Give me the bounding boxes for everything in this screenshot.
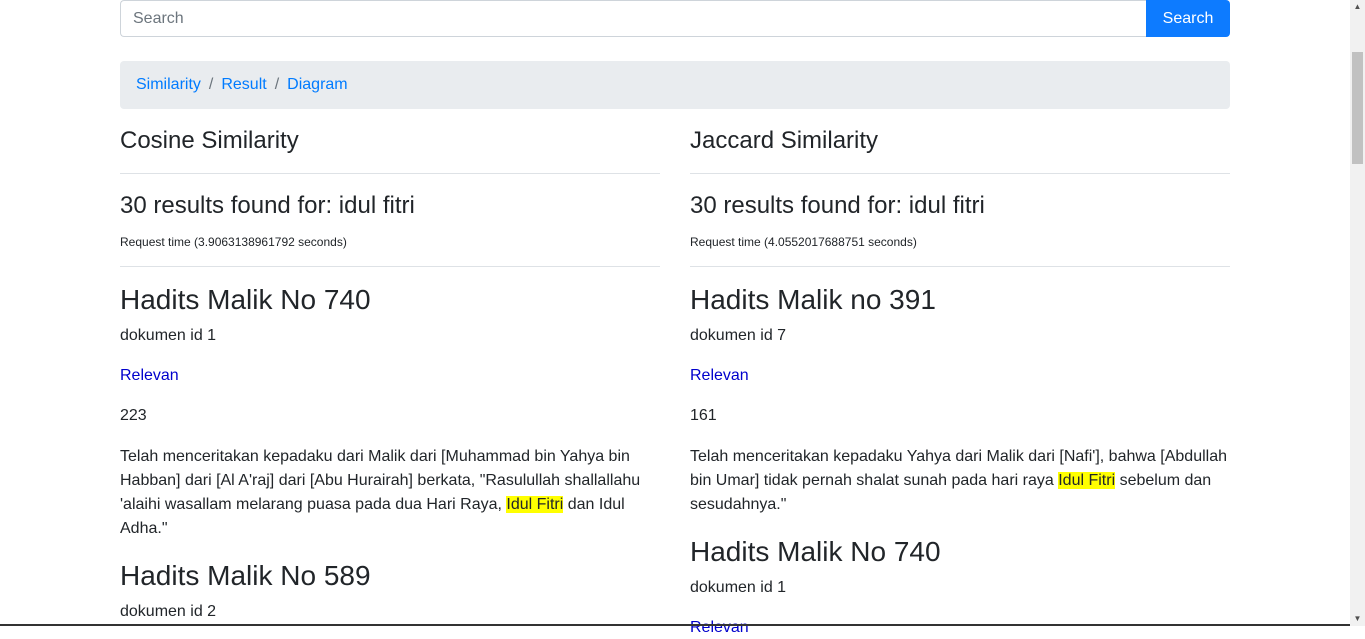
document-title: Hadits Malik No 589 xyxy=(120,560,371,591)
relevan-link[interactable]: Relevan xyxy=(690,365,749,387)
breadcrumb-separator: / xyxy=(208,76,214,93)
jaccard-column: Jaccard Similarity 30 results found for:… xyxy=(690,125,1230,639)
method-title: Cosine Similarity xyxy=(120,127,299,154)
document-text: Telah menceritakan kepadaku dari Malik d… xyxy=(120,445,660,541)
request-time: Request time (4.0552017688751 seconds) xyxy=(690,235,917,249)
cosine-column: Cosine Similarity 30 results found for: … xyxy=(120,125,660,639)
breadcrumb-separator: / xyxy=(274,76,280,93)
divider xyxy=(690,173,1230,174)
document-title: Hadits Malik No 740 xyxy=(120,284,371,315)
document-score: 223 xyxy=(120,407,147,424)
document-text: Telah menceritakan kepadaku Yahya dari M… xyxy=(690,445,1230,517)
breadcrumb-result[interactable]: Result xyxy=(221,76,266,94)
document-id: dokumen id 1 xyxy=(690,579,787,596)
query-highlight: Idul Fitri xyxy=(1058,472,1116,489)
document-id: dokumen id 7 xyxy=(690,327,787,344)
vertical-scrollbar[interactable]: ▲ ▼ xyxy=(1350,0,1365,626)
request-time: Request time (3.9063138961792 seconds) xyxy=(120,235,347,249)
document-title: Hadits Malik No 740 xyxy=(690,536,941,567)
document-id: dokumen id 1 xyxy=(120,327,217,344)
relevan-link[interactable]: Relevan xyxy=(120,365,179,387)
divider xyxy=(120,266,660,267)
page-container: Search Similarity / Result / Diagram Cos… xyxy=(120,0,1230,639)
breadcrumb: Similarity / Result / Diagram xyxy=(120,61,1230,109)
scroll-thumb[interactable] xyxy=(1352,52,1363,164)
search-bar: Search xyxy=(120,0,1230,37)
breadcrumb-similarity[interactable]: Similarity xyxy=(136,76,201,94)
scroll-down-arrow-icon[interactable]: ▼ xyxy=(1350,612,1365,626)
document-score: 161 xyxy=(690,407,717,424)
result-item: Hadits Malik No 740 dokumen id 1 Relevan… xyxy=(120,283,660,541)
document-id: dokumen id 2 xyxy=(120,603,217,620)
results-count-title: 30 results found for: idul fitri xyxy=(690,192,985,219)
result-item: Hadits Malik No 589 dokumen id 2 xyxy=(120,559,660,623)
results-columns: Cosine Similarity 30 results found for: … xyxy=(120,125,1230,639)
divider xyxy=(120,173,660,174)
search-button[interactable]: Search xyxy=(1146,0,1230,37)
method-title: Jaccard Similarity xyxy=(690,127,879,154)
results-count-title: 30 results found for: idul fitri xyxy=(120,192,415,219)
search-input[interactable] xyxy=(120,0,1146,37)
document-title: Hadits Malik no 391 xyxy=(690,284,936,315)
result-item: Hadits Malik no 391 dokumen id 7 Relevan… xyxy=(690,283,1230,517)
query-highlight: Idul Fitri xyxy=(506,496,564,513)
breadcrumb-diagram[interactable]: Diagram xyxy=(287,76,347,94)
scroll-up-arrow-icon[interactable]: ▲ xyxy=(1350,0,1365,14)
relevan-link[interactable]: Relevan xyxy=(690,617,749,639)
divider xyxy=(690,266,1230,267)
